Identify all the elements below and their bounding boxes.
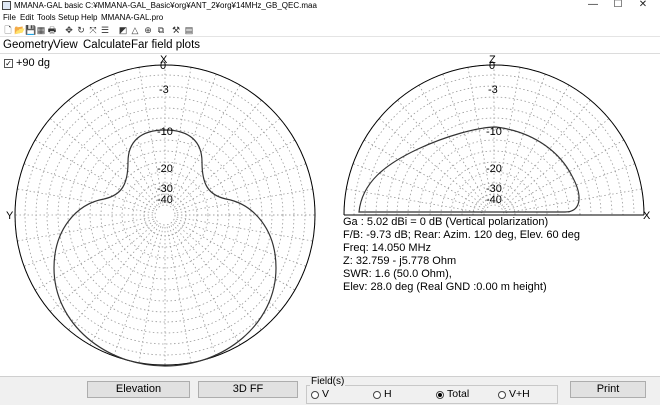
menu-setup[interactable]: Setup xyxy=(58,12,79,24)
field-h-label: H xyxy=(384,388,392,400)
minimize-button[interactable]: — xyxy=(580,0,606,11)
menu-help[interactable]: Help xyxy=(81,12,97,24)
ring-label-minus3: -3 xyxy=(159,84,169,96)
bottom-controls: Elevation 3D FF Field(s) V H Total V+H P… xyxy=(0,376,660,405)
tab-bar: Geometry View Calculate Far field plots xyxy=(0,38,660,52)
tab-far-field-plots[interactable]: Far field plots xyxy=(131,38,200,52)
maximize-button[interactable]: ☐ xyxy=(605,0,631,11)
swr-readout: SWR: 1.6 (50.0 Ohm), xyxy=(343,268,452,280)
field-total-label: Total xyxy=(447,388,470,400)
menu-edit[interactable]: Edit xyxy=(20,12,34,24)
wire-edit-icon[interactable]: ☰ xyxy=(100,25,110,35)
target-icon[interactable]: ⊕ xyxy=(143,25,153,35)
field-h-radio[interactable] xyxy=(373,391,381,399)
frequency-readout: Freq: 14.050 MHz xyxy=(343,242,432,254)
open-folder-icon[interactable]: 📂 xyxy=(14,25,25,35)
table-icon[interactable]: ▦ xyxy=(36,25,46,35)
ring-label-minus10: -10 xyxy=(486,126,502,138)
ring-label-0: 0 xyxy=(160,60,166,72)
far-field-plot-area: X Y 0 -3 -10 -20 -30 -40 Z X 0 -3 -10 -2… xyxy=(0,53,660,375)
field-v-radio[interactable] xyxy=(311,391,319,399)
ring-label-minus40: -40 xyxy=(157,194,173,206)
axis-label-y-left: Y xyxy=(6,210,14,222)
gain-readout: Ga : 5.02 dBi = 0 dB (Vertical polarizat… xyxy=(343,216,549,228)
new-file-icon[interactable]: 🗋 xyxy=(3,25,13,35)
ring-label-0: 0 xyxy=(489,60,495,72)
3d-ff-button[interactable]: 3D FF xyxy=(198,381,298,398)
field-v-plus-h-label: V+H xyxy=(509,388,530,400)
field-v-label: V xyxy=(322,388,330,400)
title-bar: MMANA-GAL basic C:¥MMANA-GAL_Basic¥org¥A… xyxy=(0,0,660,12)
window-title: MMANA-GAL basic C:¥MMANA-GAL_Basic¥org¥A… xyxy=(14,1,317,10)
tab-calculate[interactable]: Calculate xyxy=(83,38,131,52)
tab-geometry[interactable]: Geometry xyxy=(3,38,54,52)
print-button[interactable]: Print xyxy=(570,381,646,398)
move-icon[interactable]: ✥ xyxy=(64,25,74,35)
triangle-icon[interactable]: △ xyxy=(130,25,140,35)
fields-group-title: Field(s) xyxy=(310,376,346,387)
calculator-icon[interactable]: ▤ xyxy=(184,25,194,35)
save-icon[interactable]: 💾 xyxy=(25,25,36,35)
ring-label-minus20: -20 xyxy=(157,163,173,175)
menu-tools[interactable]: Tools xyxy=(37,12,56,24)
polar-plots: X Y 0 -3 -10 -20 -30 -40 Z X 0 -3 -10 -2… xyxy=(6,54,651,367)
menu-file[interactable]: File xyxy=(3,12,16,24)
horizontal-plot-labels: X Y 0 -3 -10 -20 -30 -40 xyxy=(6,54,173,222)
plus-90-deg-checkbox[interactable]: ✓ xyxy=(4,59,13,68)
ring-label-minus20: -20 xyxy=(486,163,502,175)
close-button[interactable]: ✕ xyxy=(630,0,656,11)
chart-icon[interactable]: ◩ xyxy=(118,25,128,35)
elevation-readout: Elev: 28.0 deg (Real GND :0.00 m height) xyxy=(343,281,547,293)
field-v-plus-h-radio[interactable] xyxy=(498,391,506,399)
vertical-pattern-curve xyxy=(358,126,580,213)
vertical-plot-labels: Z X 0 -3 -10 -20 -30 -40 xyxy=(486,54,651,222)
axis-label-x-right: X xyxy=(643,210,651,222)
field-total-radio[interactable] xyxy=(436,391,444,399)
ring-label-minus40: -40 xyxy=(486,194,502,206)
horizontal-plot-grid xyxy=(14,64,316,366)
app-icon xyxy=(2,1,11,10)
scale-icon[interactable]: ⤧ xyxy=(88,25,98,35)
plus-90-deg-label: +90 dg xyxy=(16,57,50,69)
tab-view[interactable]: View xyxy=(53,38,78,52)
ring-label-minus10: -10 xyxy=(157,126,173,138)
elevation-button[interactable]: Elevation xyxy=(87,381,190,398)
front-back-readout: F/B: -9.73 dB; Rear: Azim. 120 deg, Elev… xyxy=(343,229,581,241)
print-icon[interactable]: 🖶 xyxy=(47,25,57,35)
toolbar: 🗋 📂 💾 ▦ 🖶 ✥ ↻ ⤧ ☰ ◩ △ ⊕ ⧉ ⚒ ▤ xyxy=(0,24,660,37)
menu-bar: File Edit Tools Setup Help MMANA-GAL.pro xyxy=(0,12,660,24)
rotate-icon[interactable]: ↻ xyxy=(76,25,86,35)
impedance-readout: Z: 32.759 - j5.778 Ohm xyxy=(343,255,457,267)
menu-mmana-gal-pro[interactable]: MMANA-GAL.pro xyxy=(101,12,163,24)
copy-icon[interactable]: ⧉ xyxy=(156,25,166,35)
tools-icon[interactable]: ⚒ xyxy=(171,25,181,35)
ring-label-minus3: -3 xyxy=(488,84,498,96)
